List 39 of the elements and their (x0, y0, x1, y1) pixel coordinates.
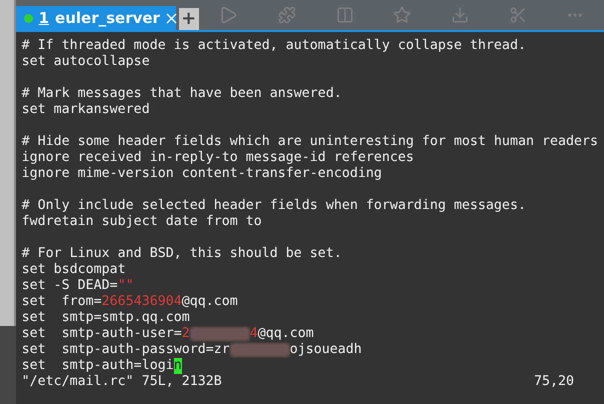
new-tab-button[interactable]: + (178, 8, 199, 30)
status-message: "/etc/mail.rc" 75L, 2132B (22, 374, 222, 390)
code-text: @qq.com (258, 326, 314, 342)
string-literal: 2665436904 (102, 294, 182, 310)
code-text: # Only include selected header fields when forwarding messages. (22, 198, 526, 214)
code-text: # If threaded mode is activated, automatically collapse thread. (22, 38, 526, 54)
code-text: # For Linux and BSD, this should be set. (22, 246, 342, 262)
cursor-position: 75,20 (534, 374, 574, 390)
code-text: set -S DEAD= (22, 278, 118, 294)
code-text: set autocollapse (22, 54, 150, 70)
close-icon[interactable] (166, 12, 177, 24)
code-text: ignore received in-reply-to message-id references (22, 150, 414, 166)
code-text: ojsoueadh (290, 342, 362, 358)
code-text: ignore mime-version content-transfer-encoding (22, 166, 382, 182)
code-text: set smtp-auth=logi (22, 358, 174, 374)
string-literal: "" (118, 278, 134, 294)
redacted-blur (190, 327, 250, 341)
code-text: set smtp-auth-password=zr (22, 342, 230, 358)
code-text: set from= (22, 294, 102, 310)
string-literal: 2 (182, 326, 190, 342)
code-text: set bsdcompat (22, 262, 126, 278)
scissors-icon[interactable] (508, 6, 527, 24)
tab-number: 1 (38, 9, 50, 27)
code-text: # Mark messages that have been answered. (22, 86, 342, 102)
code-text: set markanswered (22, 102, 150, 118)
code-text: set smtp-auth-user= (22, 326, 182, 342)
text-cursor: n (174, 358, 182, 374)
session-tab[interactable]: 1 euler_server (16, 6, 176, 30)
star-icon[interactable] (393, 6, 412, 24)
tab-title: euler_server (55, 9, 160, 27)
code-text: @qq.com (182, 294, 238, 310)
split-view-icon[interactable] (336, 6, 354, 24)
puzzle-icon[interactable] (278, 6, 296, 24)
code-text: set smtp=smtp.qq.com (22, 310, 190, 326)
download-icon[interactable] (450, 6, 469, 24)
code-text: fwdretain subject date from to (22, 214, 262, 230)
code-text: # Hide some header fields which are uninteresting for most human readers (22, 134, 598, 150)
redacted-blur (230, 343, 290, 357)
string-literal: 4 (250, 326, 258, 342)
